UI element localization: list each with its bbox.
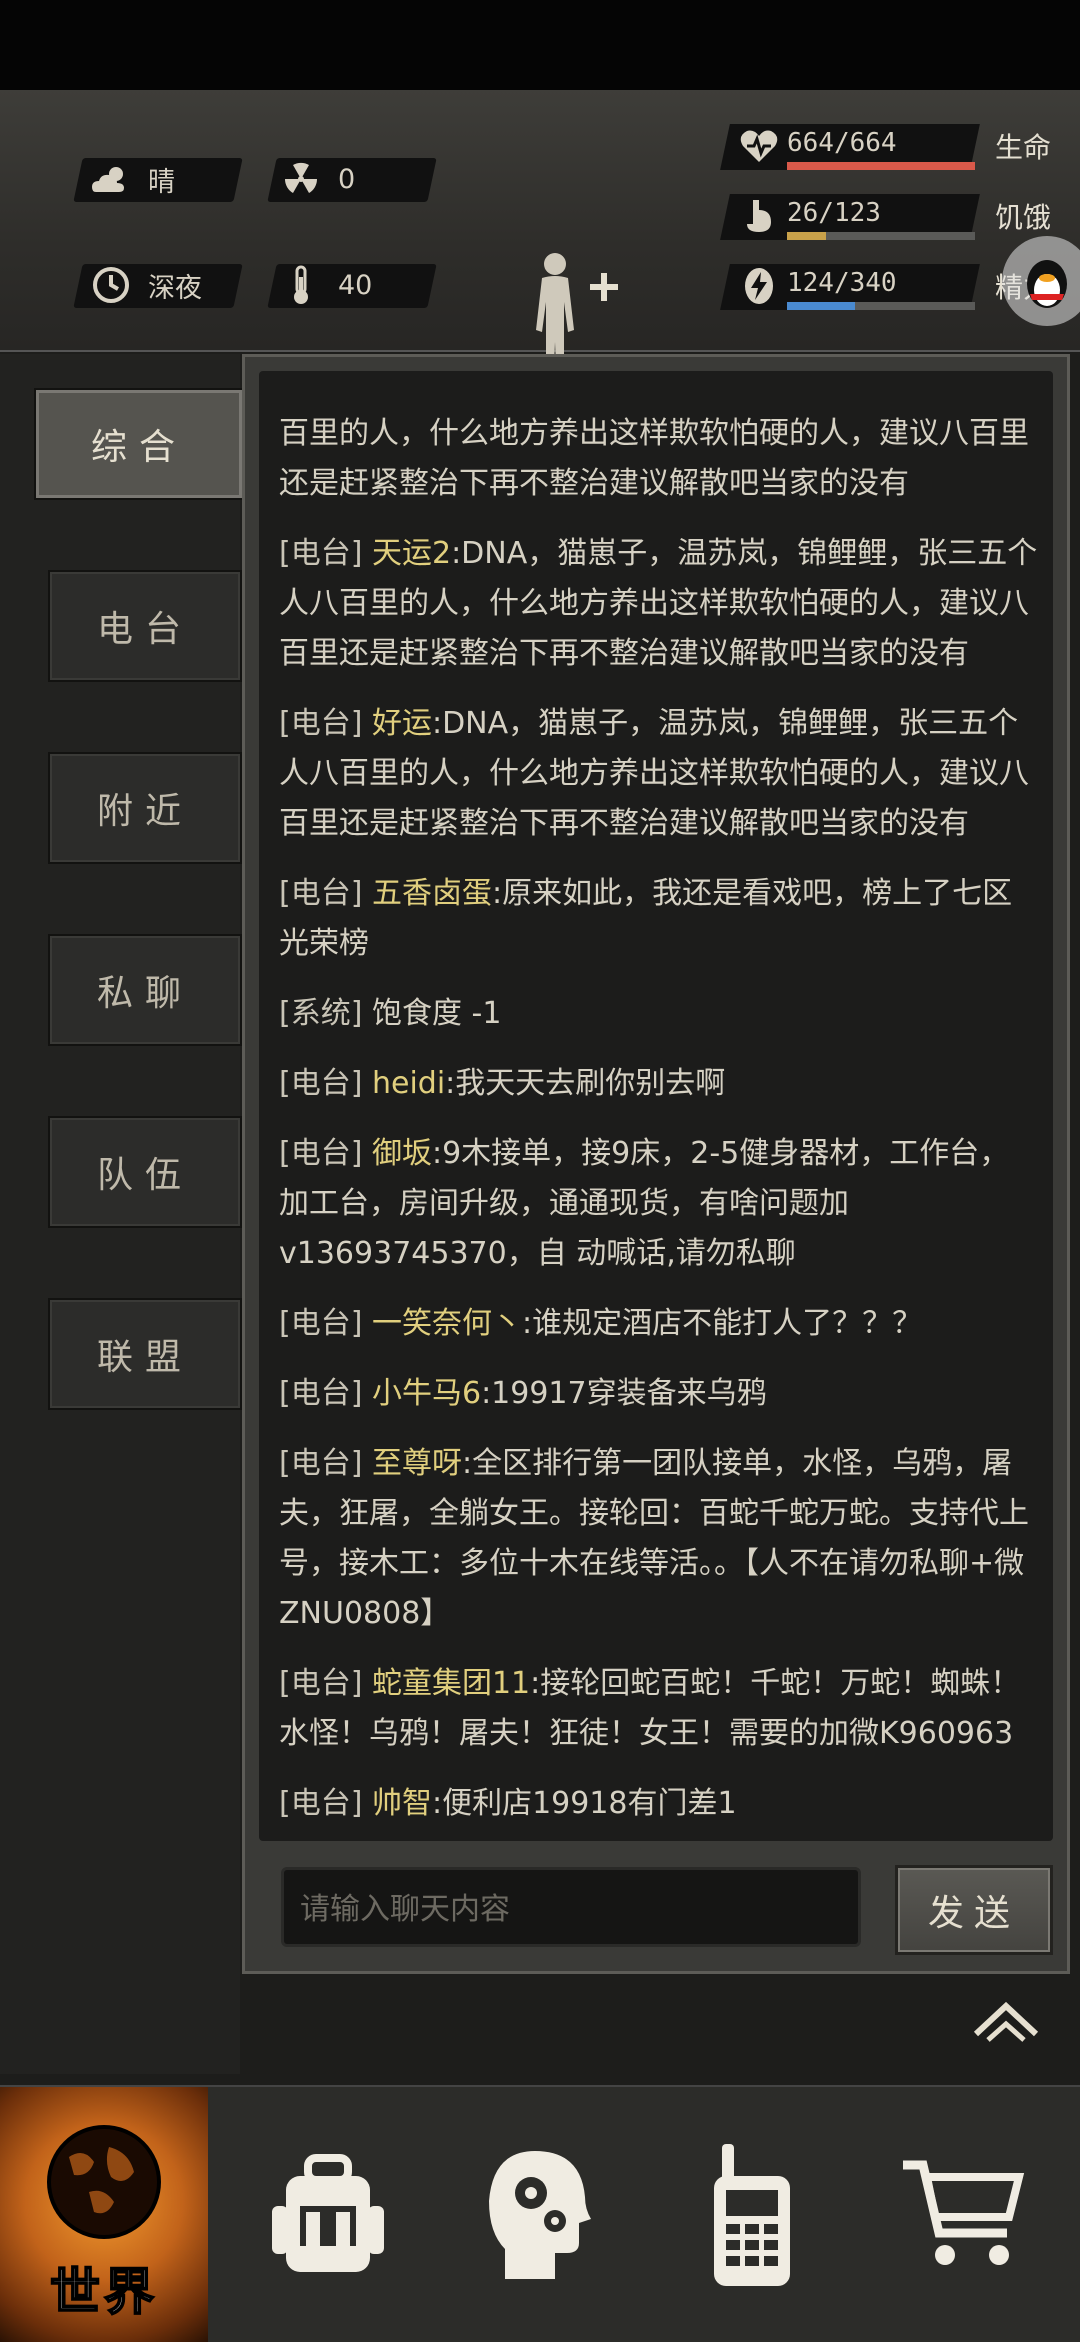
nav-backpack[interactable] [228, 2087, 428, 2342]
energy-track [787, 302, 975, 310]
thermometer-icon [278, 262, 324, 308]
energy-value: 124/340 [787, 268, 897, 298]
collapse-chevron-up-icon[interactable] [966, 1990, 1046, 2050]
hunger-fill [787, 232, 827, 240]
message-text: :19917穿装备来乌鸦 [481, 1376, 767, 1411]
clock-icon [88, 262, 134, 308]
channel-tag: [电台] [279, 536, 363, 571]
tab-nearby[interactable]: 附近 [48, 752, 242, 864]
tab-team[interactable]: 队伍 [48, 1116, 242, 1228]
nav-world-label: 世界 [49, 2262, 158, 2322]
floating-qq-button[interactable] [1002, 236, 1080, 326]
chat-message: [电台] 小牛马6:19917穿装备来乌鸦 [279, 1369, 1039, 1419]
health-track [787, 162, 975, 170]
send-button[interactable]: 发送 [895, 1865, 1053, 1955]
channel-tag: [电台] [279, 1376, 363, 1411]
sender-name[interactable]: 好运 [372, 706, 432, 741]
chat-message: [电台] heidi:我天天去刷你别去啊 [279, 1059, 1039, 1109]
sender-name[interactable]: 一笑奈何丶 [372, 1306, 522, 1341]
status-header: 晴 0 深夜 40 664/664 生命 26/123 饥饿 124/340 [0, 90, 1080, 390]
health-value: 664/664 [787, 128, 897, 158]
chat-message-list[interactable]: 百里的人，什么地方养出这样欺软怕硬的人，建议八百里还是赶紧整治下再不整治建议解散… [259, 371, 1053, 1841]
sender-name[interactable]: 帅智 [372, 1786, 432, 1821]
energy-bolt-icon [739, 266, 779, 306]
channel-tag: [电台] [279, 1446, 363, 1481]
partly-sunny-icon [88, 156, 134, 202]
sender-name[interactable]: heidi [372, 1066, 445, 1101]
cart-icon [903, 2160, 1025, 2265]
channel-tag: [电台] [279, 1066, 363, 1101]
chat-message: [电台] 一笑奈何丶:谁规定酒店不能打人了？？？ [279, 1299, 1039, 1349]
message-text: 饱食度 -1 [371, 996, 502, 1031]
chat-message: [电台] 御坂:9木接单，接9床，2-5健身器材，工作台，加工台，房间升级，通通… [279, 1129, 1039, 1279]
message-text: :我天天去刷你别去啊 [445, 1066, 726, 1101]
status-bar-area [0, 0, 1080, 90]
heart-icon [739, 126, 779, 166]
sender-name[interactable]: 至尊呀 [372, 1446, 462, 1481]
nav-world[interactable]: 世界 [0, 2087, 208, 2342]
time-display: 深夜 [88, 262, 202, 308]
weather-text: 晴 [148, 166, 175, 198]
radiation-value: 0 [338, 163, 356, 195]
health-label: 生命 [995, 131, 1052, 164]
energy-fill [787, 302, 855, 310]
tab-private[interactable]: 私聊 [48, 934, 242, 1046]
weather-display: 晴 [88, 156, 175, 202]
hunger-track [787, 232, 975, 240]
chat-message: [电台] 五香卤蛋:原来如此，我还是看戏吧，榜上了七区光荣榜 [279, 869, 1039, 969]
channel-tag: [电台] [279, 1306, 363, 1341]
chat-message: [电台] 好运:DNA，猫崽子，温苏岚，锦鲤鲤，张三五个人八百里的人，什么地方养… [279, 699, 1039, 849]
nav-skills[interactable] [440, 2087, 640, 2342]
sender-name[interactable]: 五香卤蛋 [372, 876, 492, 911]
chat-message: [电台] 蛇童集团11:接轮回蛇百蛇！千蛇！万蛇！蜘蛛！水怪！乌鸦！屠夫！狂徒！… [279, 1659, 1039, 1759]
message-text: :便利店19918有门差1 [431, 1786, 737, 1821]
chat-message: [系统] 饱食度 -1 [279, 989, 1039, 1039]
radio-icon [714, 2143, 790, 2286]
stomach-icon [739, 196, 779, 236]
sender-name[interactable]: 天运2 [372, 536, 451, 571]
tab-general[interactable]: 综合 [34, 388, 244, 500]
channel-sidebar: 综合 电台 附近 私聊 队伍 联盟 [0, 354, 244, 2074]
chat-message: [电台] 帅智:便利店19918有门差1 [279, 1779, 1039, 1829]
chat-panel: 百里的人，什么地方养出这样欺软怕硬的人，建议八百里还是赶紧整治下再不整治建议解散… [242, 354, 1070, 1974]
skills-head-icon [489, 2150, 591, 2279]
world-icon [47, 2125, 161, 2239]
channel-tag: [系统] [279, 996, 363, 1031]
temperature-display: 40 [278, 262, 372, 308]
message-text: :谁规定酒店不能打人了？？？ [521, 1306, 923, 1341]
time-of-day-text: 深夜 [148, 272, 202, 304]
hunger-label: 饥饿 [995, 201, 1052, 234]
channel-tag: [电台] [279, 1136, 363, 1171]
tab-radio[interactable]: 电台 [48, 570, 242, 682]
chat-message: [电台] 至尊呀:全区排行第一团队接单，水怪，乌鸦，屠夫，狂屠，全躺女王。接轮回… [279, 1439, 1039, 1639]
chat-messages: 百里的人，什么地方养出这样欺软怕硬的人，建议八百里还是赶紧整治下再不整治建议解散… [279, 409, 1039, 1841]
hunger-value: 26/123 [787, 198, 881, 228]
sender-name[interactable]: 御坂 [372, 1136, 432, 1171]
channel-tag: [电台] [279, 706, 363, 741]
temperature-value: 40 [338, 269, 373, 301]
chat-message: 百里的人，什么地方养出这样欺软怕硬的人，建议八百里还是赶紧整治下再不整治建议解散… [279, 409, 1039, 509]
health-fill [787, 162, 975, 170]
radiation-icon [278, 156, 324, 202]
tab-alliance[interactable]: 联盟 [48, 1298, 242, 1410]
penguin-icon [1027, 260, 1067, 308]
chat-input[interactable]: 请输入聊天内容 [281, 1867, 861, 1947]
nav-shop[interactable] [864, 2087, 1064, 2342]
radiation-display: 0 [278, 156, 355, 202]
bottom-navigation: 世界 [0, 2085, 1080, 2342]
sender-name[interactable]: 小牛马6 [372, 1376, 481, 1411]
channel-tag: [电台] [279, 1666, 363, 1701]
chat-message: [电台] 天运2:DNA，猫崽子，温苏岚，锦鲤鲤，张三五个人八百里的人，什么地方… [279, 529, 1039, 679]
channel-tag: [电台] [279, 876, 363, 911]
backpack-icon [272, 2153, 384, 2272]
nav-radio[interactable] [652, 2087, 852, 2342]
sender-name[interactable]: 蛇童集团11 [372, 1666, 530, 1701]
channel-tag: [电台] [279, 1786, 363, 1821]
message-text: 百里的人，什么地方养出这样欺软怕硬的人，建议八百里还是赶紧整治下再不整治建议解散… [279, 416, 1029, 501]
